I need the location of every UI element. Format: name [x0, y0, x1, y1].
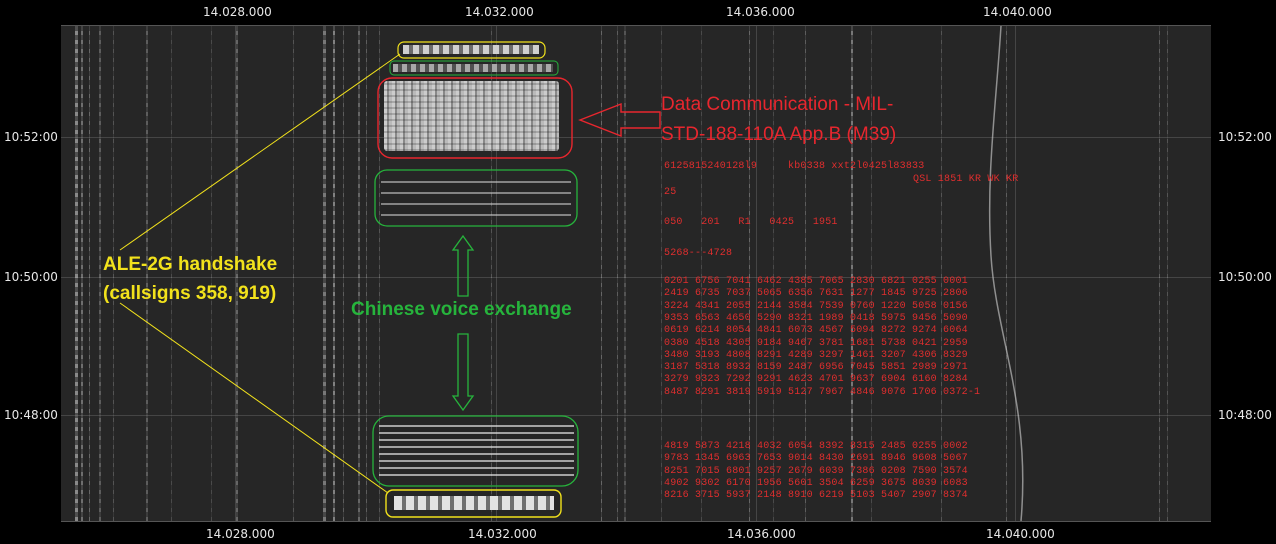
top-freq-tick: 14.028.000	[203, 5, 272, 19]
decoded-digit-row: 3480 3193 4808 8291 4289 3297 1461 3207 …	[664, 349, 968, 361]
decoded-digit-row: 0201 6756 7041 6462 4385 7065 2830 6821 …	[664, 276, 968, 287]
top-freq-tick: 14.032.000	[465, 5, 534, 19]
bottom-freq-tick: 14.032.000	[468, 527, 537, 541]
right-time-tick: 10:52:00	[1218, 130, 1272, 144]
decoded-qsl-line: QSL 1851 KR WK KR	[913, 174, 1019, 185]
decoded-digit-row: 8487 8291 3819 5919 5127 7967 4846 9076 …	[664, 386, 981, 398]
data-burst-signal-rows	[384, 81, 559, 151]
voice-signal-lower	[379, 424, 574, 479]
left-time-tick: 10:52:00	[4, 130, 58, 144]
bottom-freq-tick: 14.040.000	[986, 527, 1055, 541]
data-comm-label: STD-188-110A App.B (M39)	[661, 124, 897, 145]
left-time-tick: 10:50:00	[4, 270, 58, 284]
decoded-digit-row: 0380 4518 4305 9184 9467 3781 1681 5738 …	[664, 337, 968, 349]
decoded-line: 050 201 R1 0425 1951	[664, 217, 838, 228]
bottom-freq-tick: 14.028.000	[206, 527, 275, 541]
decoded-header-line: 6125815240128l9 kb0338 xxt2l0425l83833	[664, 161, 925, 172]
decoded-digit-row: 4819 5873 4218 4032 6054 8392 8315 2485 …	[664, 441, 968, 452]
right-time-tick: 10:48:00	[1218, 408, 1272, 422]
data-comm-label: Data Communication - MIL-	[661, 94, 894, 115]
decoded-digit-row: 9783 1345 6963 7653 9014 8430 2691 8946 …	[664, 453, 968, 465]
ale-handshake-label: (callsigns 358, 919)	[103, 283, 277, 304]
voice-exchange-label: Chinese voice exchange	[351, 299, 572, 320]
decoded-digit-row: 3187 5318 8932 8159 2487 6956 7045 5851 …	[664, 362, 968, 374]
decoded-digit-row: 3224 4341 2055 2144 3584 7539 0760 1220 …	[664, 300, 968, 312]
left-time-tick: 10:48:00	[4, 408, 58, 422]
decoded-digit-row: 2419 6735 7037 5065 6356 7631 1277 1845 …	[664, 288, 968, 300]
decoded-line: 5268---4728	[664, 248, 733, 259]
ale-handshake-label: ALE-2G handshake	[103, 254, 278, 275]
decoded-digit-row: 3279 9323 7292 9291 4623 4701 9637 6904 …	[664, 374, 968, 386]
top-freq-tick: 14.040.000	[983, 5, 1052, 19]
top-freq-tick: 14.036.000	[726, 5, 795, 19]
decoded-digit-row: 8251 7015 6801 9257 2679 6039 7386 0208 …	[664, 465, 968, 477]
right-time-tick: 10:50:00	[1218, 270, 1272, 284]
decoded-digit-row: 9353 6563 4650 5290 8321 1989 0418 5975 …	[664, 312, 968, 324]
waterfall-window: 14.028.000 14.032.000 14.036.000 14.040.…	[0, 0, 1276, 544]
voice-signal-upper	[381, 176, 571, 221]
ale-burst-top-2	[393, 64, 553, 72]
decoded-line: 25	[664, 187, 677, 198]
ale-burst-top	[403, 45, 539, 54]
ale-burst-bottom	[394, 496, 554, 510]
decoded-digit-row: 4902 9302 6170 1956 5601 3504 6259 3675 …	[664, 477, 968, 489]
bottom-freq-tick: 14.036.000	[727, 527, 796, 541]
decoded-digit-row: 0619 6214 8054 4841 6073 4567 5094 8272 …	[664, 325, 968, 337]
decoded-digit-row: 8216 3715 5937 2148 8910 6219 5103 5407 …	[664, 490, 968, 502]
